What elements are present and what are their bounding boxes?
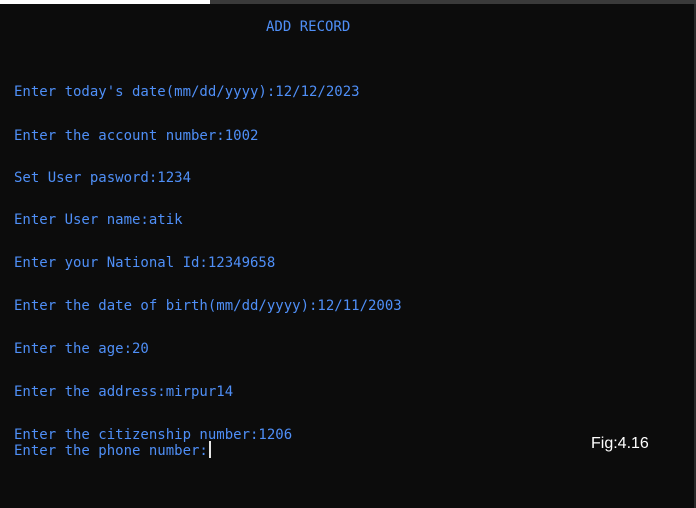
age-line: Enter the age:20 [14, 341, 149, 357]
account-number-line: Enter the account number:1002 [14, 128, 259, 144]
text-cursor [208, 441, 211, 458]
terminal-window: ADD RECORD Enter today's date(mm/dd/yyyy… [0, 0, 696, 508]
user-name-line: Enter User name:atik [14, 212, 183, 228]
date-prompt-line: Enter today's date(mm/dd/yyyy):12/12/202… [14, 84, 360, 100]
address-line: Enter the address:mirpur14 [14, 384, 234, 400]
date-of-birth-line: Enter the date of birth(mm/dd/yyyy):12/1… [14, 298, 402, 314]
top-border-dark [210, 0, 696, 4]
national-id-line: Enter your National Id:12349658 [14, 255, 276, 271]
add-record-heading: ADD RECORD [266, 19, 351, 35]
phone-number-prompt: Enter the phone number: [14, 443, 208, 459]
password-line: Set User pasword:1234 [14, 170, 192, 186]
phone-number-input-line[interactable]: Enter the phone number: [14, 441, 211, 460]
figure-caption: Fig:4.16 [591, 435, 649, 452]
